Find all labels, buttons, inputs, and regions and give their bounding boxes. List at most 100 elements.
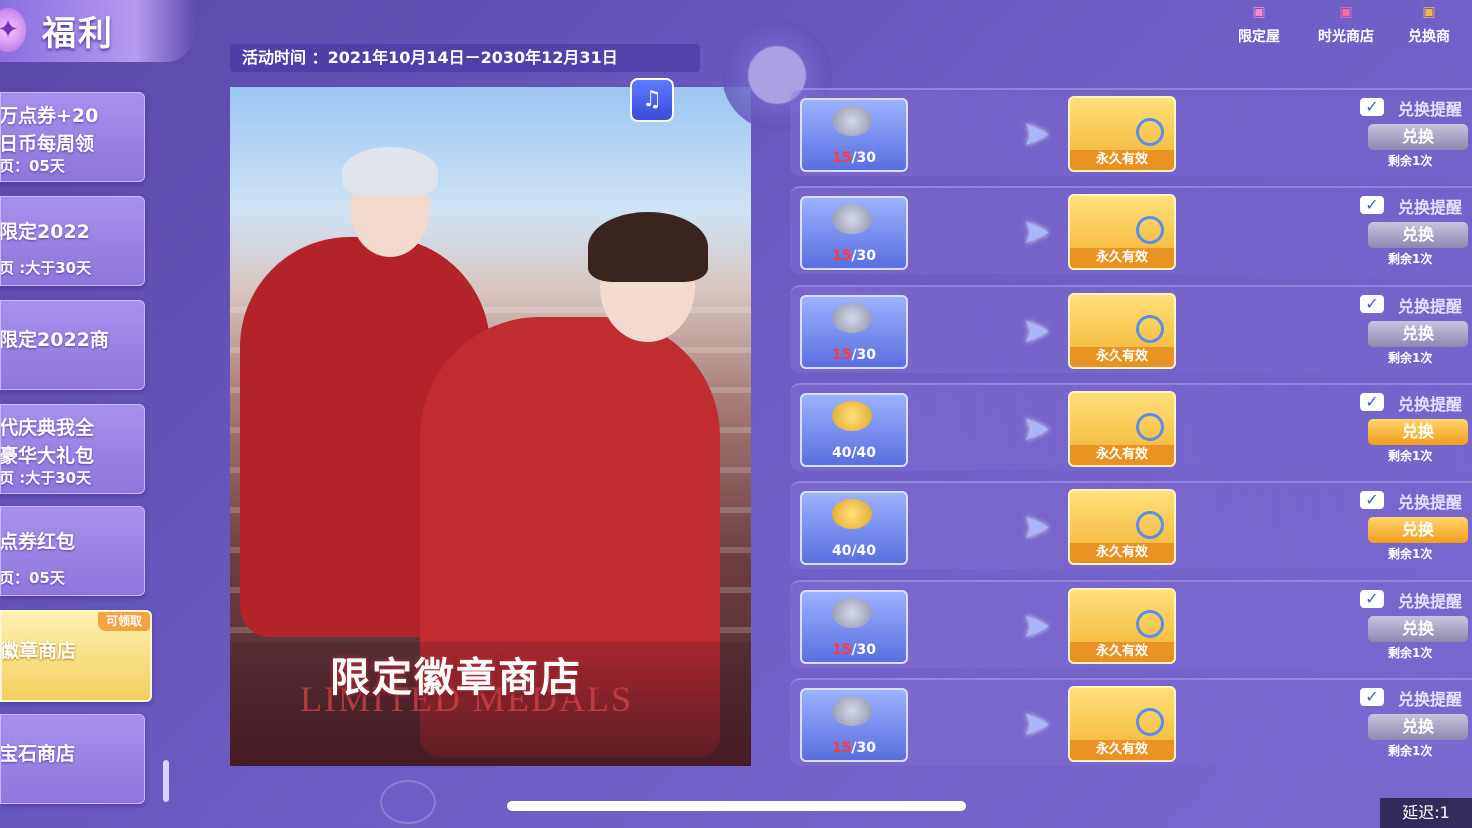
reward-item[interactable]: 永久有效 xyxy=(1068,96,1176,172)
sidebar-item-label: 限定2022商 xyxy=(0,329,109,351)
exchange-row: 40/40 ➤ 永久有效 ✓ 兑换提醒 兑换 剩余1次 xyxy=(790,481,1472,570)
event-time: 活动时间 ：2021年10月14日－2030年12月31日 xyxy=(230,44,700,72)
sidebar-item-label: 页 :大于30天 xyxy=(0,259,92,277)
remind-checkbox[interactable]: ✓ xyxy=(1360,392,1384,411)
exchange-button[interactable]: 兑换 xyxy=(1368,517,1468,544)
sidebar-item-0[interactable]: 万点券+20 日币每周领 页：05天 xyxy=(0,92,145,182)
art-title: 限定徽章商店 xyxy=(330,655,582,701)
remaining-count: 剩余1次 xyxy=(1388,350,1433,365)
cost-item[interactable]: 15/30 xyxy=(800,589,908,664)
reward-duration: 永久有效 xyxy=(1070,543,1174,564)
magnifier-icon[interactable] xyxy=(1136,118,1164,146)
medal-icon xyxy=(832,302,872,333)
exchange-row: 15/30 ➤ 永久有效 ✓ 兑换提醒 兑换 剩余1次 xyxy=(790,186,1472,275)
exchange-shop-icon: ▣ xyxy=(1422,4,1436,20)
exchange-button[interactable]: 兑换 xyxy=(1368,222,1468,249)
sidebar-item-6[interactable]: 宝石商店 xyxy=(0,714,145,804)
arrow-right-icon: ➤ xyxy=(1022,212,1051,253)
arrow-right-icon: ➤ xyxy=(1022,310,1051,351)
cost-amount: 15/30 xyxy=(802,740,906,756)
magnifier-icon[interactable] xyxy=(1136,412,1164,441)
medal-icon xyxy=(832,400,872,431)
magnifier-icon[interactable] xyxy=(1136,609,1164,638)
required-count: /40 xyxy=(851,444,877,461)
exchange-button[interactable]: 兑换 xyxy=(1368,320,1468,347)
exchange-button[interactable]: 兑换 xyxy=(1368,713,1468,740)
cost-amount: 15/30 xyxy=(802,150,906,166)
cost-item[interactable]: 15/30 xyxy=(800,294,908,369)
exchange-row: 15/30 ➤ 永久有效 ✓ 兑换提醒 兑换 剩余1次 xyxy=(790,579,1472,668)
cost-item[interactable]: 40/40 xyxy=(800,392,908,467)
owned-count: 15 xyxy=(831,248,852,265)
remind-checkbox[interactable]: ✓ xyxy=(1360,98,1384,116)
reward-item[interactable]: 永久有效 xyxy=(1068,587,1176,664)
required-count: /30 xyxy=(851,346,877,363)
remind-checkbox[interactable]: ✓ xyxy=(1360,589,1384,608)
female-character-hair xyxy=(588,212,708,282)
arrow-right-icon: ➤ xyxy=(1022,703,1051,744)
magnifier-icon[interactable] xyxy=(1136,314,1164,343)
sidebar-item-label: 豪华大礼包 xyxy=(0,445,95,467)
remaining-count: 剩余1次 xyxy=(1388,743,1433,758)
latency-indicator: 延迟:1 xyxy=(1380,798,1472,828)
arrow-right-icon: ➤ xyxy=(1022,605,1051,646)
remind-checkbox[interactable]: ✓ xyxy=(1360,491,1384,510)
exchange-row: 15/30 ➤ 永久有效 ✓ 兑换提醒 兑换 剩余1次 xyxy=(790,88,1472,176)
owned-count: 15 xyxy=(831,641,852,658)
arrow-right-icon: ➤ xyxy=(1022,114,1051,154)
remind-label: 兑换提醒 xyxy=(1398,296,1463,316)
required-count: /30 xyxy=(851,641,877,658)
shop-2[interactable]: ▣ 兑换商 xyxy=(1408,4,1450,48)
sidebar-item-2[interactable]: 限定2022商 xyxy=(0,300,145,390)
reward-item[interactable]: 永久有效 xyxy=(1068,489,1176,566)
magnifier-icon[interactable] xyxy=(1136,511,1164,540)
music-note-icon[interactable]: ♫ xyxy=(630,78,674,122)
cost-item[interactable]: 40/40 xyxy=(800,491,908,566)
exchange-button[interactable]: 兑换 xyxy=(1368,615,1468,642)
cost-item[interactable]: 15/30 xyxy=(800,98,908,172)
cost-item[interactable]: 15/30 xyxy=(800,687,908,762)
cost-amount: 40/40 xyxy=(802,445,906,461)
shop-label: 时光商店 xyxy=(1318,29,1374,45)
shop-label: 限定屋 xyxy=(1238,29,1280,45)
sidebar-item-label: 限定2022 xyxy=(0,221,90,243)
remaining-count: 剩余1次 xyxy=(1388,547,1433,562)
reward-item[interactable]: 永久有效 xyxy=(1068,194,1176,271)
medal-icon xyxy=(832,106,872,136)
remaining-count: 剩余1次 xyxy=(1388,645,1433,660)
shop-0[interactable]: ▣ 限定屋 xyxy=(1238,4,1280,48)
arrow-right-icon: ➤ xyxy=(1022,507,1051,548)
required-count: /30 xyxy=(851,150,877,166)
sidebar-item-1[interactable]: 限定2022 页 :大于30天 xyxy=(0,196,145,286)
remind-checkbox[interactable]: ✓ xyxy=(1360,196,1384,215)
exchange-row: 15/30 ➤ 永久有效 ✓ 兑换提醒 兑换 剩余1次 xyxy=(790,284,1472,373)
claimable-badge: 可领取 xyxy=(97,612,150,631)
home-indicator-bar[interactable] xyxy=(507,801,966,811)
medal-icon xyxy=(832,499,872,530)
sidebar-item-label: 徽章商店 xyxy=(0,640,77,662)
cost-item[interactable]: 15/30 xyxy=(800,196,908,271)
shop-1[interactable]: ▣ 时光商店 xyxy=(1318,4,1374,48)
arrow-right-icon: ➤ xyxy=(1022,408,1051,449)
sidebar-scrollbar[interactable] xyxy=(163,760,169,802)
remind-checkbox[interactable]: ✓ xyxy=(1360,687,1384,706)
magnifier-icon[interactable] xyxy=(1136,216,1164,245)
sidebar-item-4[interactable]: 点券红包 页：05天 xyxy=(0,506,145,596)
reward-item[interactable]: 永久有效 xyxy=(1068,292,1176,369)
exchange-button[interactable]: 兑换 xyxy=(1368,124,1468,150)
exchange-button[interactable]: 兑换 xyxy=(1368,418,1468,445)
sidebar-item-5[interactable]: 徽章商店 可领取 xyxy=(0,610,152,702)
magnifier-icon[interactable] xyxy=(1136,707,1164,736)
shop-label: 兑换商 xyxy=(1408,29,1450,45)
owned-count: 40 xyxy=(831,543,852,560)
reward-item[interactable]: 永久有效 xyxy=(1068,685,1176,762)
sidebar-item-label: 页：05天 xyxy=(0,157,65,175)
sidebar-item-label: 点券红包 xyxy=(0,531,76,553)
reward-duration: 永久有效 xyxy=(1070,739,1174,760)
cost-amount: 15/30 xyxy=(802,642,906,658)
sidebar-item-3[interactable]: 代庆典我全 豪华大礼包页 :大于30天 xyxy=(0,404,145,494)
reward-item[interactable]: 永久有效 xyxy=(1068,390,1176,467)
remind-checkbox[interactable]: ✓ xyxy=(1360,294,1384,313)
reward-duration: 永久有效 xyxy=(1070,248,1174,269)
owned-count: 15 xyxy=(831,739,852,756)
